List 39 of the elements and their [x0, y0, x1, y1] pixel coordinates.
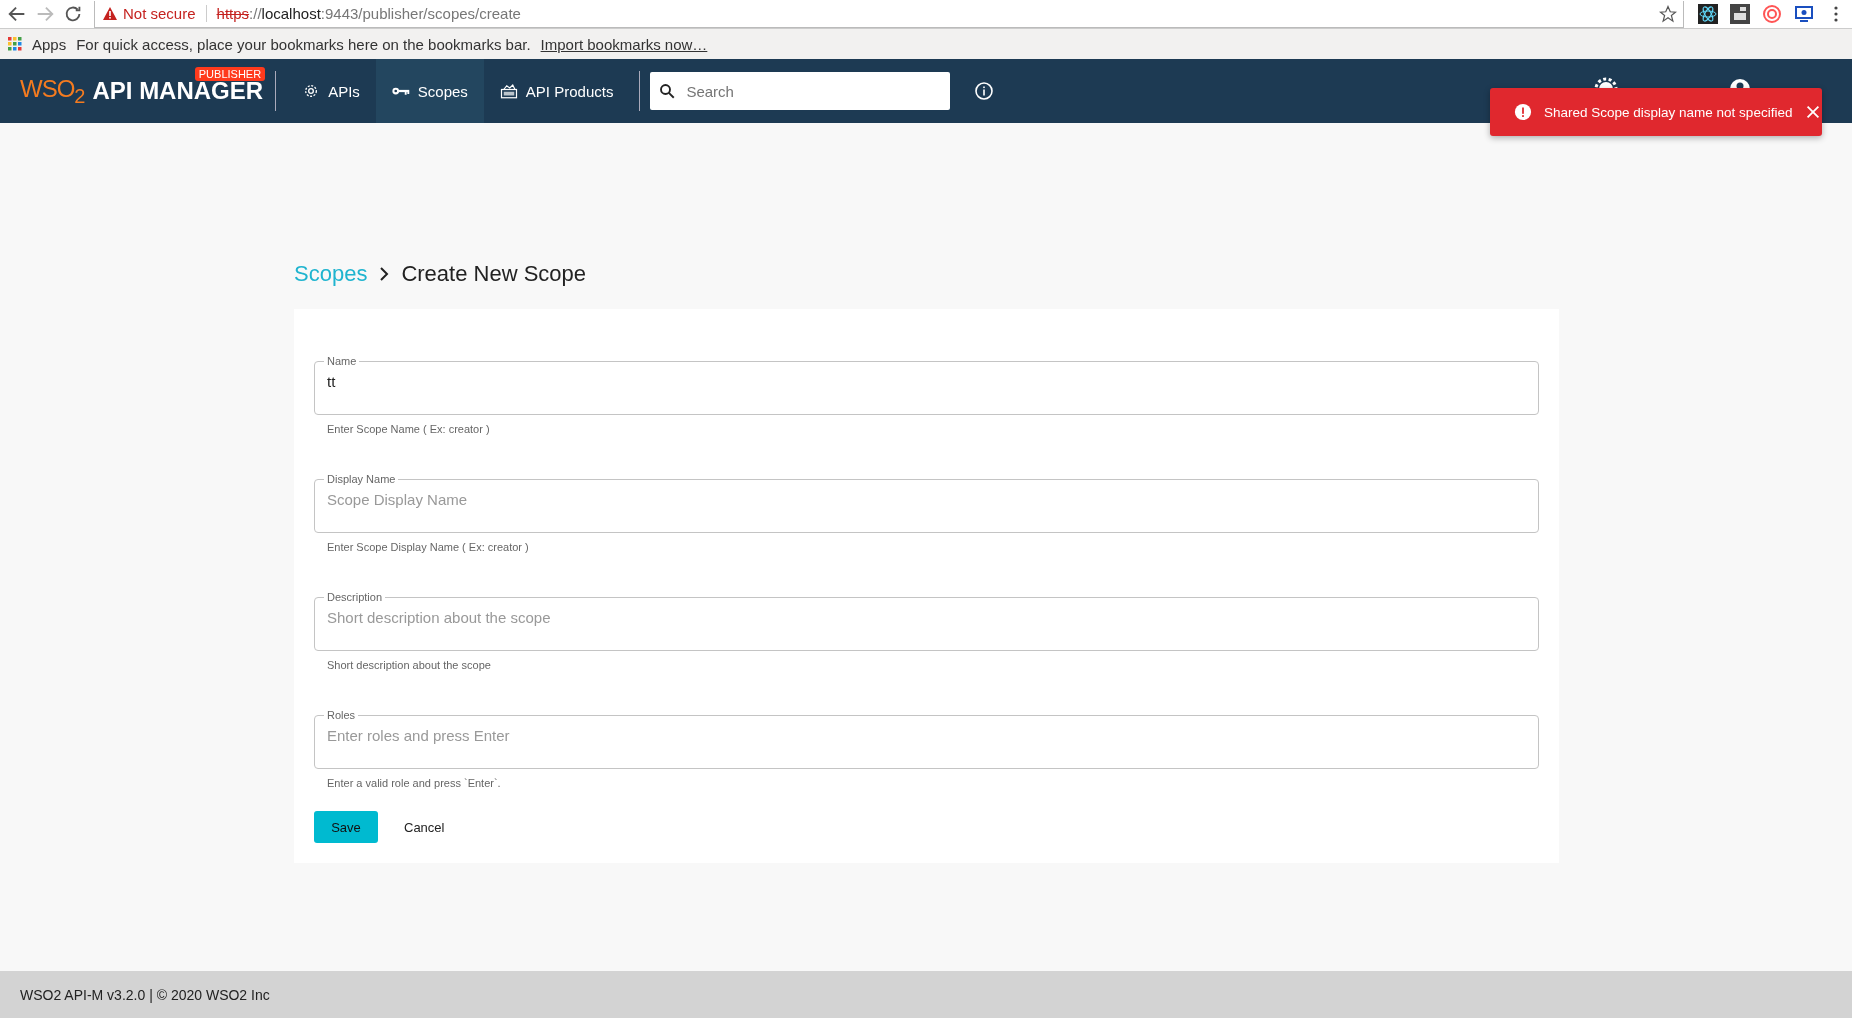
bookmarks-hint: For quick access, place your bookmarks here on the bookmarks bar.	[76, 35, 531, 53]
star-icon[interactable]	[1659, 4, 1677, 23]
error-icon	[1514, 103, 1532, 121]
publisher-badge: PUBLISHER	[194, 67, 266, 81]
info-icon[interactable]	[974, 81, 995, 101]
page-title: Create New Scope	[401, 261, 587, 287]
url-text: https://localhost:9443/publisher/scopes/create	[216, 5, 521, 22]
field-label: Name	[326, 355, 358, 367]
apps-link[interactable]: Apps	[32, 35, 67, 53]
helper-text: Enter Scope Display Name ( Ex: creator )	[327, 541, 530, 553]
extension-icon[interactable]	[1730, 4, 1750, 24]
search-box[interactable]: Search	[650, 72, 951, 110]
field-outline[interactable]: Display Name Scope Display Name	[314, 473, 1539, 533]
field-outline[interactable]: Description Short description about the scope	[314, 591, 1539, 651]
logo[interactable]: WSO$_{2}$	[20, 74, 85, 108]
footer-text: WSO2 API-M v3.2.0 | © 2020 WSO2 Inc	[20, 986, 270, 1003]
security-label[interactable]: Not secure	[123, 5, 196, 22]
apps-icon[interactable]	[8, 37, 22, 51]
field-outline[interactable]: Name tt	[314, 355, 1539, 415]
field-label: Display Name	[326, 473, 397, 485]
toast-message: Shared Scope display name not specified	[1544, 104, 1793, 120]
save-button[interactable]: Save	[314, 811, 378, 843]
warning-icon	[103, 7, 117, 20]
import-bookmarks-link[interactable]: Import bookmarks now…	[540, 35, 708, 53]
field-label: Description	[326, 591, 384, 603]
nav-tab[interactable]: APIs	[286, 59, 376, 123]
atom-icon[interactable]	[1698, 4, 1718, 24]
nav-tab[interactable]: Scopes	[375, 59, 484, 123]
field-outline[interactable]: Roles Enter roles and press Enter	[314, 709, 1539, 769]
address-bar[interactable]: Not secure https://localhost:9443/publisher/scopes/create	[94, 0, 1684, 28]
search-icon	[658, 82, 677, 100]
field-label: Roles	[326, 709, 357, 721]
helper-text: Enter a valid role and press `Enter`.	[327, 777, 502, 789]
cancel-button[interactable]: Cancel	[398, 818, 451, 836]
monitor-icon[interactable]	[1794, 4, 1814, 24]
helper-text: Enter Scope Name ( Ex: creator )	[327, 423, 491, 435]
helper-text: Short description about the scope	[327, 659, 492, 671]
nav-tab[interactable]: API Products	[483, 59, 630, 123]
products-icon	[499, 83, 518, 99]
